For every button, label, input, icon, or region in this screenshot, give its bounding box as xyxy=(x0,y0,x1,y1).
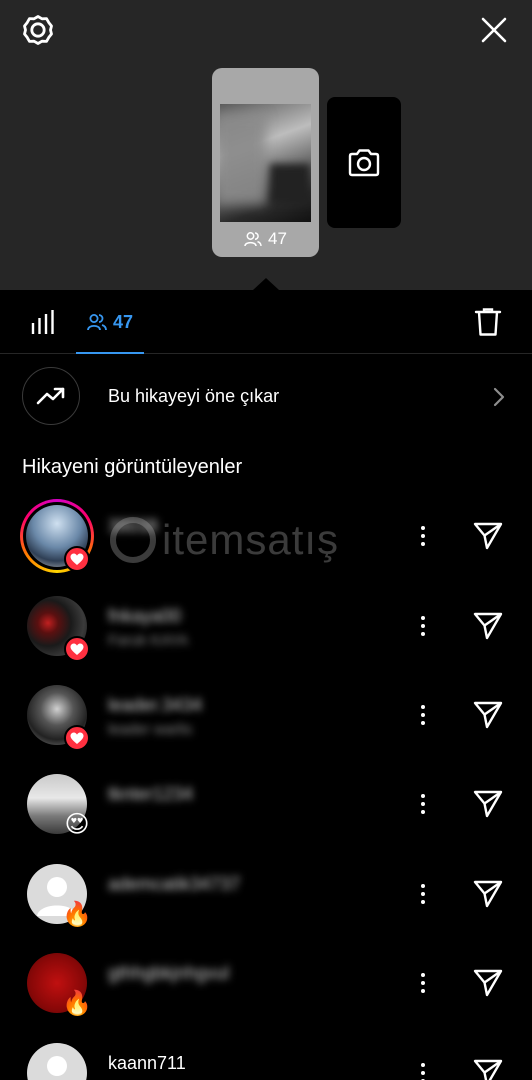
dot-icon xyxy=(421,705,425,709)
trending-up-icon xyxy=(36,387,65,405)
paper-plane-icon xyxy=(473,522,503,550)
viewers-count: 47 xyxy=(112,311,134,332)
selected-story-pointer xyxy=(253,278,279,290)
close-icon xyxy=(481,17,507,43)
viewer-row[interactable]: 😍 tknter1234 xyxy=(0,774,532,864)
viewer-username[interactable]: leader.3434 xyxy=(108,695,202,716)
chevron-right-icon xyxy=(493,387,505,407)
paper-plane-icon xyxy=(473,701,503,729)
viewer-fullname: leader warlis xyxy=(108,721,193,738)
paper-plane-icon xyxy=(473,969,503,997)
camera-icon xyxy=(348,148,380,176)
dot-icon xyxy=(421,616,425,620)
dot-icon xyxy=(421,526,425,530)
emoji-reaction: 😍 xyxy=(64,811,90,838)
more-options-button[interactable] xyxy=(412,788,434,820)
send-message-button[interactable] xyxy=(470,786,506,822)
send-message-button[interactable] xyxy=(470,518,506,554)
viewer-username[interactable]: fnkaya00 xyxy=(108,606,181,627)
viewer-username[interactable]: ademcatik34737 xyxy=(108,874,240,895)
dot-icon xyxy=(421,721,425,725)
viewer-row[interactable]: 🔥 gthhgbkjnhgvul xyxy=(0,953,532,1043)
heart-reaction-icon xyxy=(64,636,90,662)
promote-icon-circle xyxy=(22,367,80,425)
story-preview-area: 47 xyxy=(0,0,532,290)
avatar[interactable] xyxy=(27,1043,87,1080)
more-options-button[interactable] xyxy=(412,699,434,731)
send-message-button[interactable] xyxy=(470,965,506,1001)
promote-story-row[interactable]: Bu hikayeyi öne çıkar xyxy=(0,366,532,428)
dot-icon xyxy=(421,542,425,546)
viewer-username[interactable]: gthhgbkjnhgvul xyxy=(108,963,229,984)
paper-plane-icon xyxy=(473,612,503,640)
viewer-row[interactable]: 🔥 ademcatik34737 xyxy=(0,864,532,954)
viewer-username[interactable]: 38038 xyxy=(108,516,158,537)
viewer-row[interactable]: 38038 xyxy=(0,499,532,596)
dot-icon xyxy=(421,900,425,904)
tab-viewers[interactable]: 47 xyxy=(76,290,144,354)
dot-icon xyxy=(421,884,425,888)
dot-icon xyxy=(421,1063,425,1067)
dot-icon xyxy=(421,810,425,814)
dot-icon xyxy=(421,973,425,977)
viewer-username[interactable]: kaann711 xyxy=(108,1053,186,1074)
dot-icon xyxy=(421,624,425,628)
story-image xyxy=(220,104,311,222)
gear-icon xyxy=(23,15,53,45)
story-thumbnail[interactable]: 47 xyxy=(212,68,319,257)
viewer-fullname: Faruk KAYA xyxy=(108,632,189,649)
dot-icon xyxy=(421,794,425,798)
viewer-row[interactable]: fnkaya00 Faruk KAYA xyxy=(0,596,532,686)
story-view-count-value: 47 xyxy=(268,229,287,248)
dot-icon xyxy=(421,1071,425,1075)
dot-icon xyxy=(421,632,425,636)
bar-chart-icon xyxy=(31,310,54,334)
more-options-button[interactable] xyxy=(412,967,434,999)
dot-icon xyxy=(421,534,425,538)
dot-icon xyxy=(421,802,425,806)
close-button[interactable] xyxy=(476,12,512,48)
viewers-icon xyxy=(87,314,107,331)
send-message-button[interactable] xyxy=(470,876,506,912)
send-message-button[interactable] xyxy=(470,608,506,644)
heart-reaction-icon xyxy=(64,725,90,751)
send-message-button[interactable] xyxy=(470,697,506,733)
viewer-username[interactable]: tknter1234 xyxy=(108,784,193,805)
delete-story-button[interactable] xyxy=(472,306,504,338)
settings-button[interactable] xyxy=(20,12,56,48)
more-options-button[interactable] xyxy=(412,1057,434,1080)
more-options-button[interactable] xyxy=(412,878,434,910)
emoji-reaction: 🔥 xyxy=(62,990,92,1017)
active-tab-indicator xyxy=(76,352,144,354)
paper-plane-icon xyxy=(473,1059,503,1080)
story-view-count: 47 xyxy=(212,229,319,249)
dot-icon xyxy=(421,981,425,985)
viewer-row[interactable]: leader.3434 leader warlis xyxy=(0,685,532,775)
heart-reaction-icon xyxy=(64,546,90,572)
viewer-row[interactable]: kaann711 xyxy=(0,1043,532,1080)
viewers-icon xyxy=(244,232,262,247)
add-story-camera-button[interactable] xyxy=(327,97,401,228)
trash-icon xyxy=(474,308,502,336)
more-options-button[interactable] xyxy=(412,610,434,642)
paper-plane-icon xyxy=(473,880,503,908)
dot-icon xyxy=(421,989,425,993)
paper-plane-icon xyxy=(473,790,503,818)
send-message-button[interactable] xyxy=(470,1055,506,1080)
dot-icon xyxy=(421,892,425,896)
tab-insights[interactable] xyxy=(28,308,58,336)
tab-bar: 47 xyxy=(0,290,532,354)
more-options-button[interactable] xyxy=(412,520,434,552)
dot-icon xyxy=(421,713,425,717)
emoji-reaction: 🔥 xyxy=(62,901,92,928)
promote-label: Bu hikayeyi öne çıkar xyxy=(108,386,280,406)
viewers-section-title: Hikayeni görüntüleyenler xyxy=(22,456,243,478)
